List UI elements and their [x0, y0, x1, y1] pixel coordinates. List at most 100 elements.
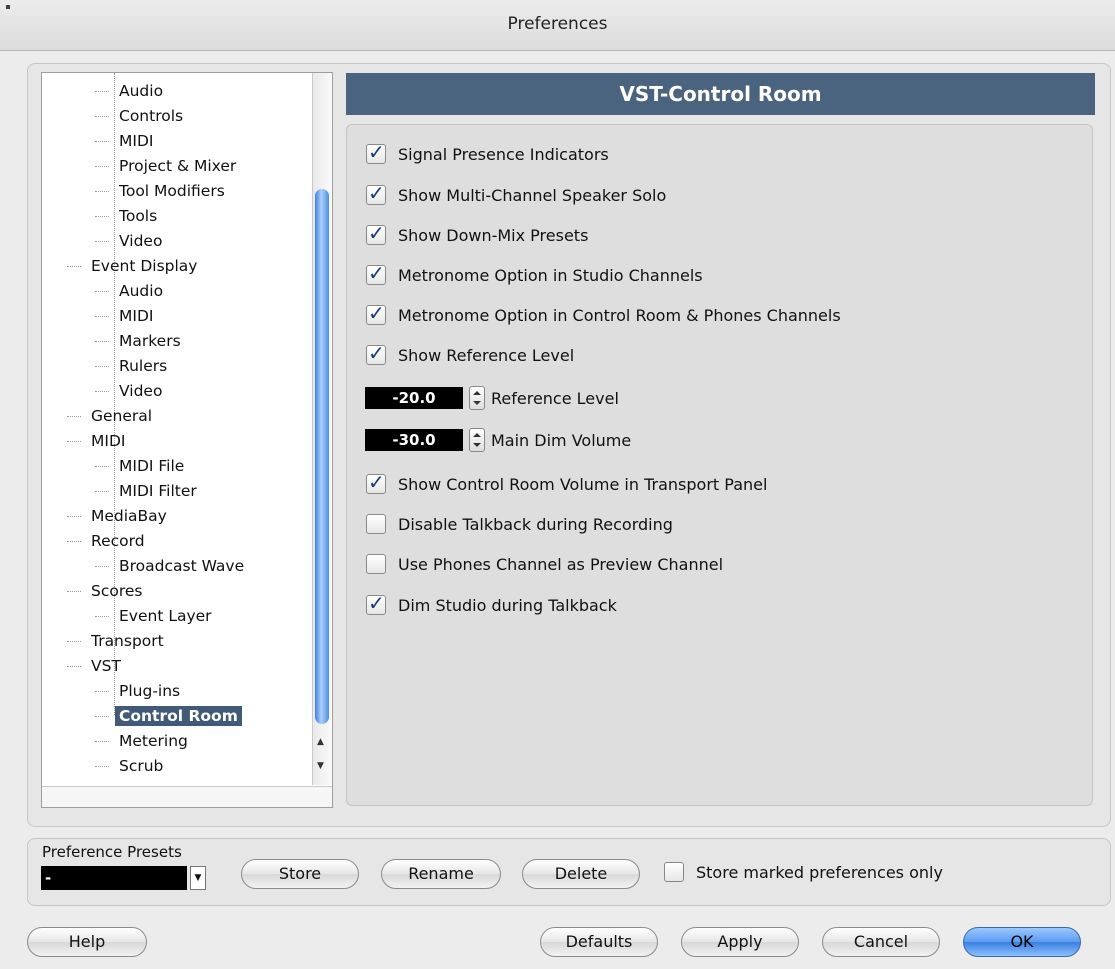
tree-item[interactable]: Scrub — [95, 754, 167, 779]
tree-item-label: Scrub — [119, 757, 164, 775]
delete-button[interactable]: Delete — [522, 859, 640, 889]
tree-item[interactable]: Rulers — [95, 354, 171, 379]
option-checkbox[interactable] — [366, 554, 386, 574]
tree-connector — [95, 141, 109, 142]
option-row[interactable]: Show Multi-Channel Speaker Solo — [366, 181, 666, 207]
tree-connector — [95, 766, 109, 767]
tree-item-label: MIDI — [119, 132, 154, 150]
store-marked-only-option[interactable]: Store marked preferences only — [664, 862, 943, 882]
store-button[interactable]: Store — [241, 859, 359, 889]
tree-connector — [95, 466, 109, 467]
tree-connector — [67, 541, 81, 542]
apply-button[interactable]: Apply — [681, 927, 799, 957]
option-row[interactable]: Use Phones Channel as Preview Channel — [366, 552, 723, 576]
tree-item[interactable]: Record — [67, 529, 149, 554]
tree-item[interactable]: MIDI — [95, 129, 157, 154]
tree-item-label: Project & Mixer — [119, 157, 237, 175]
option-label: Metronome Option in Control Room & Phone… — [398, 305, 841, 325]
tree-item-label: Scores — [91, 582, 143, 600]
main-dim-volume-stepper[interactable] — [469, 428, 485, 452]
tree-item-label: General — [91, 407, 153, 425]
tree-item[interactable]: Controls — [95, 104, 187, 129]
tree-item[interactable]: Control Room — [95, 704, 242, 729]
tree-item[interactable]: VST — [67, 654, 125, 679]
tree-item[interactable]: Video — [95, 379, 166, 404]
option-row[interactable]: Show Control Room Volume in Transport Pa… — [366, 470, 767, 496]
tree-item-label: MediaBay — [91, 507, 167, 525]
tree-item[interactable]: MediaBay — [67, 504, 171, 529]
preset-select[interactable]: - — [41, 866, 187, 890]
tree-item[interactable]: Markers — [95, 329, 185, 354]
tree-item[interactable]: Broadcast Wave — [95, 554, 248, 579]
tree-item[interactable]: Tools — [95, 204, 161, 229]
window-menu-marker — [6, 5, 10, 9]
option-checkbox[interactable] — [366, 221, 386, 245]
option-row[interactable]: Metronome Option in Studio Channels — [366, 261, 703, 287]
help-button[interactable]: Help — [27, 927, 147, 957]
option-label: Disable Talkback during Recording — [398, 514, 673, 534]
tree-connector — [67, 641, 81, 642]
tree-item[interactable]: Audio — [95, 279, 167, 304]
option-checkbox[interactable] — [366, 470, 386, 494]
tree-connector — [95, 116, 109, 117]
option-row[interactable]: Dim Studio during Talkback — [366, 591, 617, 617]
reference-level-stepper[interactable] — [469, 386, 485, 410]
main-dim-volume-field: -30.0 Main Dim Volume — [365, 428, 631, 452]
preset-dropdown-arrow-icon[interactable]: ▼ — [190, 866, 206, 890]
option-checkbox[interactable] — [366, 514, 386, 534]
option-checkbox[interactable] — [366, 591, 386, 615]
rename-button[interactable]: Rename — [381, 859, 501, 889]
tree-list: Audio Controls MIDI Project & Mixer Tool Mod… — [42, 73, 312, 785]
tree-item-label: Tools — [119, 207, 158, 225]
reference-level-input[interactable]: -20.0 — [365, 387, 463, 409]
tree-item[interactable]: General — [67, 404, 156, 429]
option-row[interactable]: Signal Presence Indicators — [366, 140, 609, 166]
tree-item[interactable]: MIDI — [67, 429, 129, 454]
option-checkbox[interactable] — [366, 181, 386, 205]
option-checkbox[interactable] — [366, 301, 386, 325]
ok-button[interactable]: OK — [963, 927, 1081, 957]
tree-item[interactable]: Event Display — [67, 254, 201, 279]
option-checkbox[interactable] — [366, 261, 386, 285]
tree-item-label: VST — [91, 657, 121, 675]
tree-item-label: Markers — [119, 332, 181, 350]
tree-item[interactable]: Video — [95, 229, 166, 254]
preferences-tree[interactable]: Audio Controls MIDI Project & Mixer Tool Mod… — [41, 72, 333, 808]
tree-item[interactable]: MIDI — [95, 304, 157, 329]
store-marked-only-checkbox[interactable] — [664, 862, 684, 882]
tree-connector — [67, 516, 81, 517]
option-checkbox[interactable] — [366, 140, 386, 164]
tree-item[interactable]: Metering — [95, 729, 192, 754]
tree-connector — [67, 666, 81, 667]
scroll-down-arrow-icon[interactable]: ▼ — [317, 761, 324, 771]
tree-connector — [95, 691, 109, 692]
tree-connector — [95, 741, 109, 742]
tree-item[interactable]: Transport — [67, 629, 168, 654]
tree-item[interactable]: MIDI File — [95, 454, 188, 479]
cancel-button[interactable]: Cancel — [822, 927, 940, 957]
tree-connector — [67, 591, 81, 592]
tree-scroll-thumb[interactable] — [315, 189, 329, 724]
tree-item[interactable]: Scores — [67, 579, 147, 604]
tree-item-label: Event Layer — [119, 607, 212, 625]
tree-item-label: Control Room — [115, 706, 242, 726]
option-row[interactable]: Disable Talkback during Recording — [366, 512, 673, 536]
option-checkbox[interactable] — [366, 341, 386, 365]
main-dim-volume-input[interactable]: -30.0 — [365, 429, 463, 451]
defaults-button[interactable]: Defaults — [540, 927, 658, 957]
tree-item-label: Audio — [119, 82, 164, 100]
option-row[interactable]: Metronome Option in Control Room & Phone… — [366, 301, 841, 327]
tree-item[interactable]: Audio — [95, 79, 167, 104]
tree-item[interactable]: Project & Mixer — [95, 154, 240, 179]
option-row[interactable]: Show Down-Mix Presets — [366, 221, 588, 247]
scroll-up-arrow-icon[interactable]: ▲ — [317, 737, 324, 747]
tree-item-label: Broadcast Wave — [119, 557, 245, 575]
preference-presets-title: Preference Presets — [42, 843, 182, 861]
option-row[interactable]: Show Reference Level — [366, 341, 574, 367]
tree-item[interactable]: Tool Modifiers — [95, 179, 229, 204]
tree-item[interactable]: Plug-ins — [95, 679, 184, 704]
tree-item[interactable]: MIDI Filter — [95, 479, 201, 504]
tree-item[interactable]: Event Layer — [95, 604, 216, 629]
tree-horizontal-scrollbar[interactable] — [42, 786, 332, 807]
tree-vertical-scrollbar[interactable]: ▲ ▼ — [312, 73, 332, 785]
